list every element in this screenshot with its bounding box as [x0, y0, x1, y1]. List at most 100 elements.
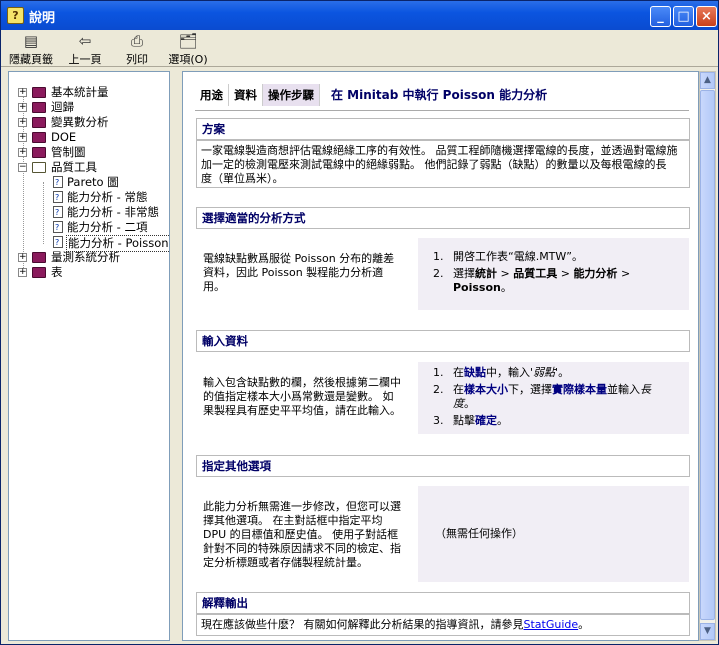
back-button[interactable]: ⇦ 上一頁: [65, 32, 105, 67]
back-label: 上一頁: [68, 53, 102, 66]
menu-separator: >: [560, 267, 570, 280]
tree-item-label: 能力分析 - 常態: [67, 190, 148, 204]
help-page-icon: [53, 190, 63, 205]
step-number: 1.: [433, 366, 444, 379]
hide-tabs-label: 隱藏頁籤: [9, 53, 53, 66]
menu-stat: 統計: [475, 267, 497, 280]
help-window: ? 說明 _ □ × ▤ 隱藏頁籤 ⇦ 上一頁 ⎙ 列印 🗂 選項(O) + 基…: [0, 0, 719, 645]
field-sample-size: 樣本大小: [464, 383, 508, 396]
input-steps: 1. 在缺點中，輸入'弱點'。 2. 在樣本大小下，選擇實際樣本量並輸入長 度。 3.…: [433, 366, 683, 431]
step-number: 3.: [433, 414, 444, 427]
other-description: 此能力分析無需進一步修改，但您可以選 擇其他選項。 在主對話框中指定平均 DPU…: [203, 500, 417, 570]
expand-icon[interactable]: +: [18, 268, 27, 277]
step-number: 2.: [433, 383, 444, 396]
scroll-up-icon: ▲: [704, 75, 711, 85]
book-icon: [32, 132, 46, 143]
window-title: 說明: [29, 11, 56, 26]
scroll-down-icon: ▼: [704, 626, 711, 636]
hide-tabs-button[interactable]: ▤ 隱藏頁籤: [7, 32, 55, 67]
maximize-icon: □: [677, 9, 690, 24]
tree-item-label: 量測系統分析: [51, 250, 120, 264]
menu-poisson: Poisson: [453, 281, 501, 294]
expand-icon[interactable]: +: [18, 133, 27, 142]
other-line: 此能力分析無需進一步修改，但您可以選: [203, 500, 401, 513]
step-text: 中，輸入: [486, 366, 530, 379]
step-text: 點擊: [453, 414, 475, 427]
input-value: '弱點': [530, 366, 559, 379]
option-actual-sample: 實際樣本量: [552, 383, 607, 396]
step-text: 選擇: [453, 267, 475, 280]
section-heading-input: 輸入資料: [196, 330, 690, 352]
expand-icon[interactable]: +: [18, 103, 27, 112]
method-line: 用。: [203, 280, 225, 293]
statguide-link[interactable]: StatGuide: [524, 618, 579, 631]
section-heading-method: 選擇適當的分析方式: [196, 207, 690, 229]
section-heading-case: 方案: [196, 118, 690, 140]
expand-icon[interactable]: +: [18, 88, 27, 97]
scroll-up-button[interactable]: ▲: [700, 72, 715, 89]
tree-item-label: 能力分析 - 二項: [67, 220, 148, 234]
help-page-icon: [53, 205, 63, 220]
menu-separator: >: [620, 267, 631, 280]
print-label: 列印: [126, 53, 148, 66]
step-end: 。: [464, 397, 475, 410]
menu-capability: 能力分析: [573, 267, 618, 280]
options-label: 選項(O): [168, 53, 208, 66]
minimize-button[interactable]: _: [650, 6, 671, 27]
other-line: 針對不同的特殊原因請求不同的檢定、指: [203, 542, 401, 555]
interpret-end: 。: [578, 618, 590, 631]
expand-icon[interactable]: +: [18, 148, 27, 157]
topic-pane[interactable]: 用途 資料 操作步驟 在 Minitab 中執行 Poisson 能力分析 方案…: [182, 71, 699, 641]
book-icon: [32, 252, 46, 263]
other-line: DPU 的目標值和歷史值。 使用子對話框: [203, 528, 399, 541]
close-button[interactable]: ×: [696, 6, 717, 27]
tree-item-label: Pareto 圖: [67, 175, 119, 189]
expand-icon[interactable]: +: [18, 253, 27, 262]
interpret-sentence: 現在應該做些什麽？ 有關如何解釋此分析結果的指導資訊，請參見: [201, 618, 524, 631]
expand-icon[interactable]: +: [18, 118, 27, 127]
title-bar[interactable]: ? 說明 _ □ ×: [1, 1, 718, 30]
input-description: 輸入包含缺點數的欄，然後根據第二欄中 的值指定樣本大小爲常數還是變數。 如 果製…: [203, 376, 415, 418]
contents-tree-pane[interactable]: + 基本統計量 + 迴歸 + 變異數分析 + DOE + 管制圖 − 品質工具 …: [8, 71, 170, 641]
case-line: 度（單位爲米）。: [201, 172, 284, 185]
step-end: 。: [497, 414, 508, 427]
options-button[interactable]: 🗂 選項(O): [165, 32, 211, 67]
input-value: 度: [453, 397, 464, 410]
minimize-icon: _: [657, 9, 664, 24]
tab-data[interactable]: 資料: [229, 84, 263, 106]
tree-item-label: 品質工具: [51, 160, 97, 174]
help-page-icon: [53, 175, 63, 190]
scroll-thumb[interactable]: [700, 90, 715, 620]
input-value: 長: [640, 383, 651, 396]
interpret-text: 現在應該做些什麽？ 有關如何解釋此分析結果的指導資訊，請參見StatGuide。: [201, 618, 691, 632]
case-line: 一家電線製造商想評估電線絕緣工序的有效性。 品質工程師隨機選擇電線的長度，並透過…: [201, 144, 678, 157]
divider: [195, 110, 689, 111]
section-heading-other: 指定其他選項: [196, 455, 690, 477]
tree-item-label: 能力分析 - 非常態: [67, 205, 159, 219]
maximize-button[interactable]: □: [673, 6, 694, 27]
book-icon: [32, 117, 46, 128]
case-line: 加一定的檢測電壓來測試電線中的絕緣弱點。 他們記錄了弱點（缺點）的數量以及每根電…: [201, 158, 667, 171]
tab-purpose[interactable]: 用途: [195, 84, 229, 106]
print-button[interactable]: ⎙ 列印: [121, 32, 153, 67]
tab-steps[interactable]: 操作步驟: [263, 84, 320, 106]
input-line: 果製程具有歷史平平均值，請在此輸入。: [203, 404, 401, 417]
input-line: 輸入包含缺點數的欄，然後根據第二欄中: [203, 376, 401, 389]
help-page-icon: [53, 235, 63, 250]
step-item: 1. 開啓工作表“電線.MTW”。: [433, 250, 683, 264]
method-steps: 1. 開啓工作表“電線.MTW”。 2. 選擇統計 > 品質工具 > 能力分析 > P…: [433, 250, 683, 298]
scroll-down-button[interactable]: ▼: [700, 623, 715, 640]
book-icon: [32, 147, 46, 158]
help-app-icon: ?: [7, 7, 24, 24]
page-title: 在 Minitab 中執行 Poisson 能力分析: [331, 88, 548, 102]
other-line: 擇其他選項。 在主對話框中指定平均: [203, 514, 383, 527]
options-icon: 🗂: [178, 32, 198, 50]
menu-separator: >: [500, 267, 510, 280]
case-text: 一家電線製造商想評估電線絕緣工序的有效性。 品質工程師隨機選擇電線的長度，並透過…: [201, 144, 691, 186]
collapse-icon[interactable]: −: [18, 163, 27, 172]
vertical-scrollbar[interactable]: ▲ ▼: [699, 71, 716, 641]
tree-item-label: 變異數分析: [51, 115, 109, 129]
step-number: 2.: [433, 267, 444, 280]
back-arrow-icon: ⇦: [78, 32, 92, 50]
step-text: 在: [453, 366, 464, 379]
